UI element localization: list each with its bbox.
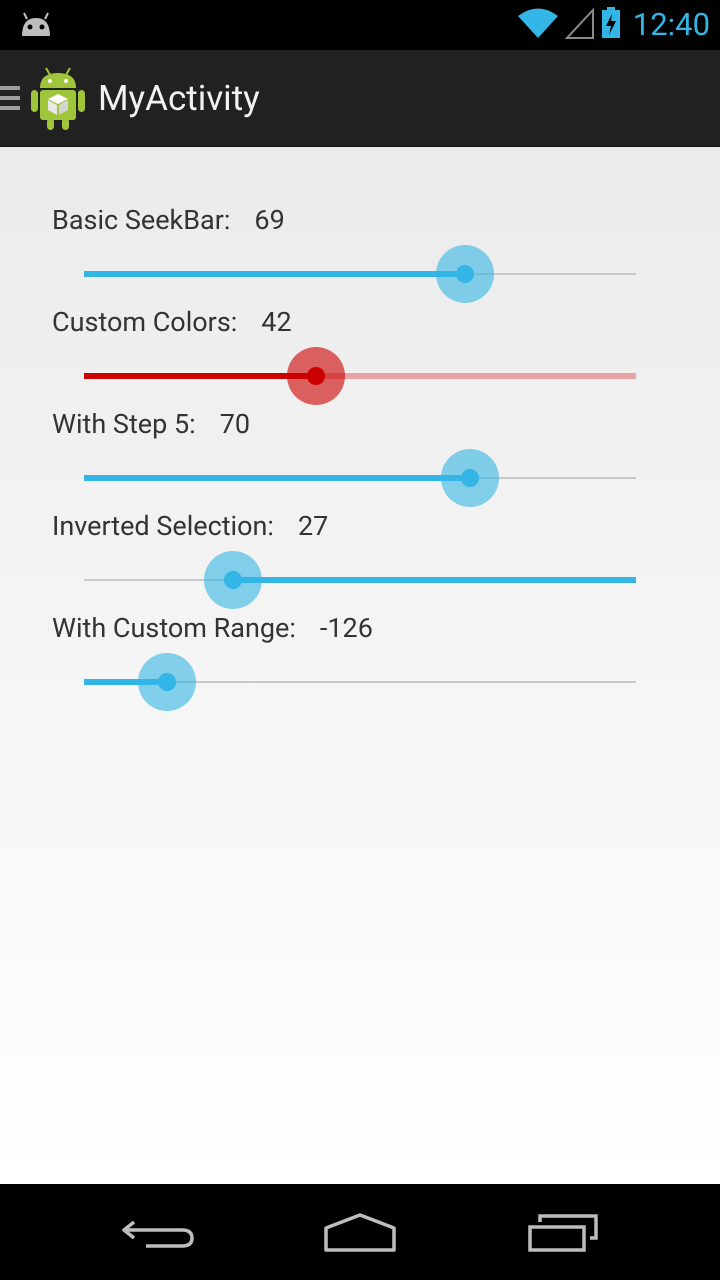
seekbar-custom-colors[interactable] xyxy=(84,347,636,405)
seekbar-thumb[interactable] xyxy=(204,551,262,609)
seekbar-progress xyxy=(84,475,470,481)
android-app-icon[interactable] xyxy=(28,64,88,132)
status-time: 12:40 xyxy=(632,6,710,43)
recents-icon[interactable] xyxy=(524,1208,604,1256)
seekbar-value: 70 xyxy=(219,408,251,440)
seekbar-value: 42 xyxy=(261,306,292,338)
seekbar-thumb[interactable] xyxy=(441,449,499,507)
seekbar-row-step: With Step 5: 70 xyxy=(0,408,720,524)
content-area: Basic SeekBar: 69 Custom Colors: 42 With S… xyxy=(0,147,720,1184)
app-title: MyActivity xyxy=(98,78,260,119)
seekbar-progress xyxy=(84,271,465,277)
seekbar-step[interactable] xyxy=(84,449,636,507)
seekbar-row-inverted: Inverted Selection: 27 xyxy=(0,510,720,626)
seekbar-thumb[interactable] xyxy=(138,653,196,711)
seekbar-basic[interactable] xyxy=(84,245,636,303)
seekbar-value: -126 xyxy=(319,612,373,644)
seekbar-row-basic: Basic SeekBar: 69 xyxy=(0,204,720,320)
seekbar-label: With Step 5: 70 xyxy=(52,408,251,440)
seekbar-label: Basic SeekBar: 69 xyxy=(52,204,285,236)
seekbar-thumb[interactable] xyxy=(287,347,345,405)
seekbar-progress xyxy=(233,577,636,583)
seekbar-row-custom-range: With Custom Range: -126 xyxy=(0,612,720,728)
seekbar-label: Inverted Selection: 27 xyxy=(52,510,329,542)
seekbar-progress xyxy=(84,373,316,379)
action-bar: MyActivity xyxy=(0,50,720,147)
navigation-bar xyxy=(0,1184,720,1280)
seekbar-label: Custom Colors: 42 xyxy=(52,306,292,338)
seekbar-value: 27 xyxy=(297,510,329,542)
seekbar-custom-range[interactable] xyxy=(84,653,636,711)
drawer-menu-icon[interactable] xyxy=(0,86,20,110)
seekbar-row-custom-colors: Custom Colors: 42 xyxy=(0,306,720,422)
home-icon[interactable] xyxy=(320,1208,400,1256)
wifi-icon xyxy=(517,7,559,43)
status-bar: 12:40 xyxy=(0,0,720,50)
seekbar-thumb[interactable] xyxy=(436,245,494,303)
seekbar-inverted[interactable] xyxy=(84,551,636,609)
seekbar-label: With Custom Range: -126 xyxy=(52,612,373,644)
battery-charging-icon xyxy=(601,7,621,43)
seekbar-value: 69 xyxy=(254,204,285,236)
signal-icon xyxy=(564,7,595,43)
android-notification-icon xyxy=(18,10,54,40)
back-icon[interactable] xyxy=(120,1208,200,1256)
